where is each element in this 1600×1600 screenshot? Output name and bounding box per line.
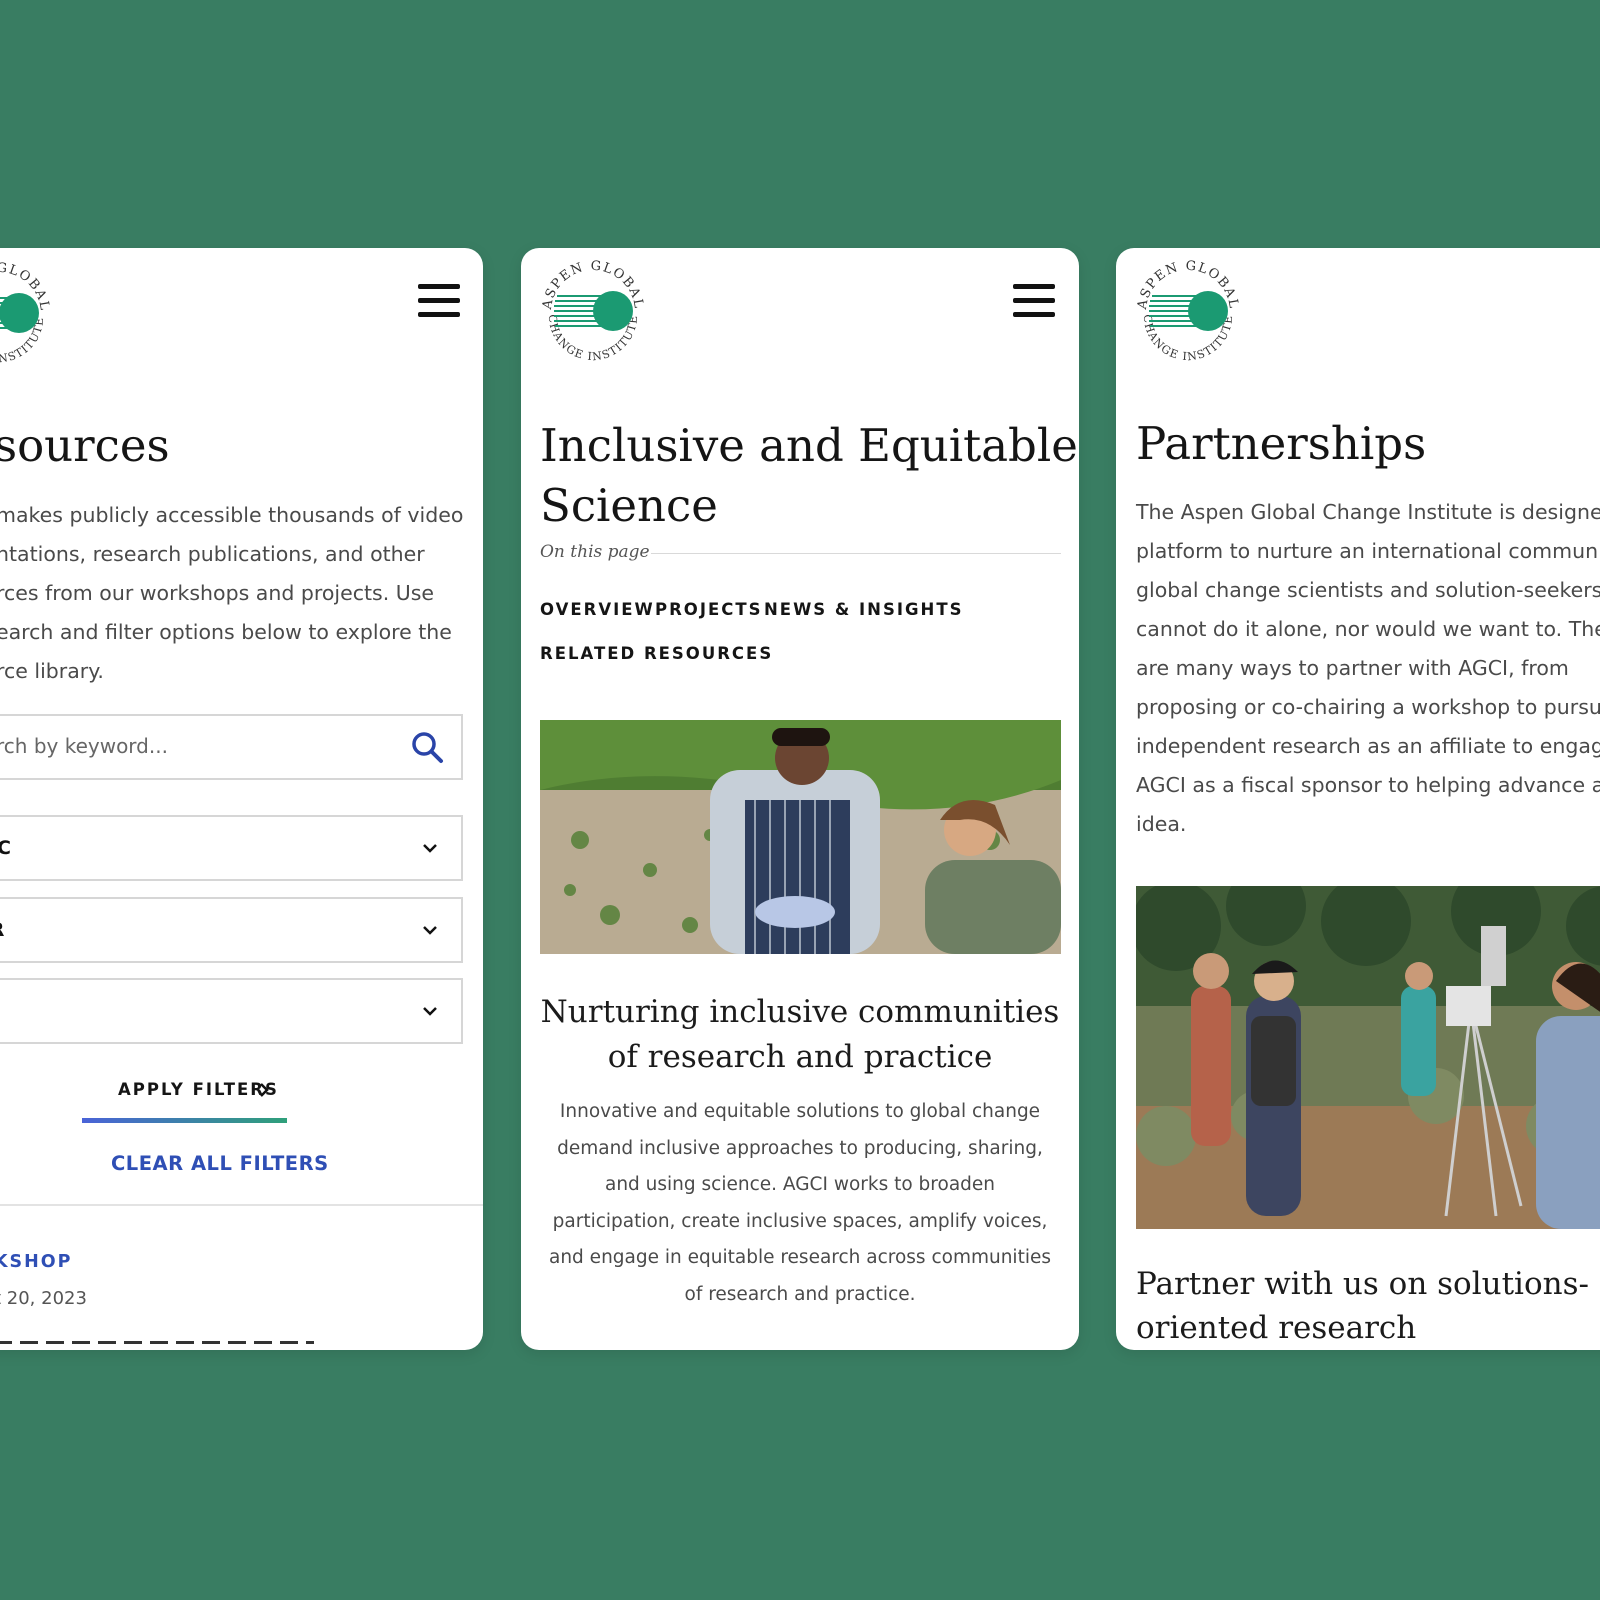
apply-filters-button[interactable]: APPLY FILTERS [82,1078,287,1126]
agci-logo-icon: ASPEN GLOBAL CHANGE INSTITUTE [0,261,51,365]
search-input[interactable]: rch by keyword... [0,714,463,780]
search-placeholder: rch by keyword... [0,734,168,758]
topic-select[interactable]: PIC [0,815,463,881]
result-date: t 20, 2023 [0,1288,87,1309]
section-heading: Nurturing inclusive communities of resea… [521,990,1079,1080]
nav-link-projects[interactable]: PROJECTS [655,600,762,619]
section-heading-line: of research and practice [607,1039,993,1075]
body-line: AGCI as a fiscal sponsor to helping adva… [1136,773,1600,797]
body-line: independent research as an affiliate to … [1136,734,1600,758]
chevron-right-icon [260,1083,269,1097]
intro-line: makes publicly accessible thousands of v… [0,503,464,527]
menu-icon[interactable] [418,284,460,318]
chevron-down-icon [423,844,437,853]
section-body-line: and engage in equitable research across … [549,1247,1051,1268]
intro-line: earch and filter options below to explor… [0,620,452,644]
partners-field-photo [1136,886,1600,1229]
section-body-line: and using science. AGCI works to broaden [604,1174,996,1195]
page-title: Partnerships [1136,417,1427,470]
chevron-down-icon [423,926,437,935]
body-line: The Aspen Global Change Institute is des… [1136,500,1600,524]
body-line: global change scientists and solution-se… [1136,578,1600,602]
result-type-tag: KSHOP [0,1252,73,1272]
section-body-line: participation, create inclusive spaces, … [552,1210,1048,1232]
intro-paragraph: makes publicly accessible thousands of v… [0,496,463,691]
apply-filters-underline [82,1118,287,1123]
section-heading-line: Partner with us on solutions- [1136,1266,1589,1302]
page-title-line: Science [540,479,718,532]
section-heading: Partner with us on solutions- oriented r… [1136,1262,1589,1350]
intro-line: rce library. [0,659,104,683]
agci-logo-icon: ASPEN GLOBAL CHANGE INSTITUTE [540,259,645,364]
agci-logo-icon: ASPEN GLOBAL CHANGE INSTITUTE [1135,259,1240,364]
body-line: are many ways to partner with AGCI, from [1136,656,1569,680]
chevron-down-icon [423,1007,437,1016]
section-body: Innovative and equitable solutions to gl… [521,1094,1079,1313]
on-this-page-label: On this page [540,542,650,562]
section-body-line: of research and practice. [684,1283,916,1305]
year-select[interactable]: AR [0,897,463,963]
nav-link-news-insights[interactable]: NEWS & INSIGHTS [764,600,964,619]
body-line: cannot do it alone, nor would we want to… [1136,617,1600,641]
body-line: idea. [1136,812,1187,836]
intro-line: rces from our workshops and projects. Us… [0,581,435,605]
result-title-clipped[interactable] [0,1333,314,1350]
section-heading-line: oriented research [1136,1310,1417,1346]
field-research-photo [540,720,1061,954]
page-title: sources [0,419,170,472]
topic-select-label: PIC [0,837,12,859]
intro-line: ntations, research publications, and oth… [0,542,425,566]
section-body-line: Innovative and equitable solutions to gl… [559,1101,1041,1122]
year-select-label: AR [0,919,5,941]
body-line: platform to nurture an international com… [1136,539,1600,563]
page-title: Inclusive and Equitable Science [540,416,1078,536]
body-line: proposing or co-chairing a workshop to p… [1136,695,1600,719]
page-title-line: Inclusive and Equitable [540,419,1078,472]
nav-link-related-resources[interactable]: RELATED RESOURCES [540,644,773,663]
partnerships-screen: ASPEN GLOBAL CHANGE INSTITUTE Partnershi… [1116,248,1600,1350]
type-select[interactable]: E [0,978,463,1044]
on-this-page-rule [651,553,1061,554]
partnerships-paragraph: The Aspen Global Change Institute is des… [1136,493,1600,844]
resources-screen: ASPEN GLOBAL CHANGE INSTITUTE sources ma… [0,248,483,1350]
agci-logo[interactable]: ASPEN GLOBAL CHANGE INSTITUTE [0,258,55,370]
nav-link-overview[interactable]: OVERVIEW [540,600,655,619]
menu-icon[interactable] [1013,284,1055,318]
agci-logo[interactable]: ASPEN GLOBAL CHANGE INSTITUTE [1132,256,1244,368]
search-icon[interactable] [410,730,444,764]
apply-filters-label: APPLY FILTERS [118,1080,279,1099]
agci-logo[interactable]: ASPEN GLOBAL CHANGE INSTITUTE [537,256,649,368]
clear-all-filters-link[interactable]: CLEAR ALL FILTERS [111,1152,329,1175]
section-body-line: demand inclusive approaches to producing… [557,1137,1043,1159]
section-heading-line: Nurturing inclusive communities [540,994,1060,1030]
inclusive-science-screen: ASPEN GLOBAL CHANGE INSTITUTE Inclusive … [521,248,1079,1350]
divider [0,1204,483,1206]
